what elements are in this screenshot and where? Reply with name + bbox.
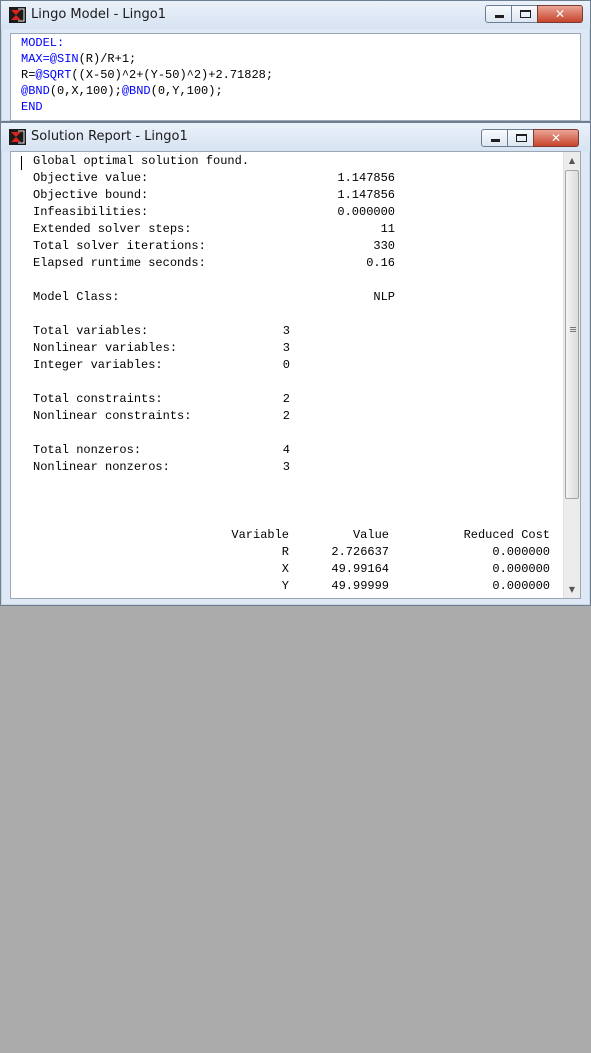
minimize-icon — [491, 139, 500, 142]
close-icon: ✕ — [550, 131, 562, 145]
report-window-controls: ✕ — [481, 129, 579, 147]
model-window: Lingo Model - Lingo1 ✕ MODEL: MAX=@SIN(R… — [0, 0, 591, 122]
vertical-scrollbar[interactable]: ▲ ▼ — [563, 152, 580, 598]
minimize-button[interactable] — [481, 129, 508, 147]
maximize-icon — [520, 10, 531, 18]
stat-label: Objective value: — [33, 171, 149, 185]
table-cell-value: 49.99164 — [331, 562, 389, 576]
stat-label: Infeasibilities: — [33, 205, 149, 219]
report-window-title: Solution Report - Lingo1 — [31, 129, 188, 144]
code-line-3: R=@SQRT((X-50)^2+(Y-50)^2)+2.71828; — [21, 68, 274, 82]
nonzeros-label: Nonlinear nonzeros: — [33, 460, 170, 474]
report-window-titlebar[interactable]: Solution Report - Lingo1 ✕ — [1, 123, 590, 151]
table-cell-variable: R — [281, 545, 289, 559]
scroll-down-arrow-icon[interactable]: ▼ — [564, 581, 580, 598]
close-button[interactable]: ✕ — [533, 129, 579, 147]
nonzeros-value: 4 — [282, 443, 290, 457]
minimize-button[interactable] — [485, 5, 512, 23]
code-line-4: @BND(0,X,100);@BND(0,Y,100); — [21, 84, 223, 98]
stat-value: 1.147856 — [337, 188, 395, 202]
close-icon: ✕ — [554, 7, 566, 21]
variables-label: Integer variables: — [33, 358, 163, 372]
report-text: Global optimal solution found. Objective… — [11, 152, 562, 598]
minimize-icon — [495, 15, 504, 18]
constraints-label: Total constraints: — [33, 392, 163, 406]
code-line-2: MAX=@SIN(R)/R+1; — [21, 52, 137, 66]
stat-label: Extended solver steps: — [33, 222, 192, 236]
table-cell-reduced-cost: 0.000000 — [492, 562, 550, 576]
table-cell-variable: X — [281, 562, 289, 576]
scrollbar-thumb[interactable] — [565, 170, 579, 499]
variables-value: 3 — [282, 324, 290, 338]
model-window-title: Lingo Model - Lingo1 — [31, 7, 166, 22]
close-button[interactable]: ✕ — [537, 5, 583, 23]
model-editor[interactable]: MODEL: MAX=@SIN(R)/R+1; R=@SQRT((X-50)^2… — [10, 33, 581, 121]
model-window-controls: ✕ — [485, 5, 583, 23]
stat-value: 1.147856 — [337, 171, 395, 185]
stat-label: Objective bound: — [33, 188, 149, 202]
stat-value: 0.000000 — [337, 205, 395, 219]
model-class-label: Model Class: — [33, 290, 120, 304]
text-caret — [21, 156, 22, 170]
constraints-label: Nonlinear constraints: — [33, 409, 192, 423]
lingo-app-icon — [9, 129, 26, 145]
constraints-value: 2 — [282, 392, 290, 406]
nonzeros-label: Total nonzeros: — [33, 443, 142, 457]
table-header-reduced-cost: Reduced Cost — [463, 528, 550, 542]
stat-value: 330 — [373, 239, 395, 253]
maximize-button[interactable] — [507, 129, 534, 147]
stat-value: 11 — [380, 222, 395, 236]
maximize-icon — [516, 134, 527, 142]
maximize-button[interactable] — [511, 5, 538, 23]
table-cell-variable: Y — [281, 579, 289, 593]
report-body[interactable]: Global optimal solution found. Objective… — [10, 151, 581, 599]
model-class-value: NLP — [373, 290, 395, 304]
table-header-variable: Variable — [231, 528, 289, 542]
code-line-5: END — [21, 100, 43, 114]
stat-label: Total solver iterations: — [33, 239, 206, 253]
code-line-1: MODEL: — [21, 36, 65, 50]
model-code: MODEL: MAX=@SIN(R)/R+1; R=@SQRT((X-50)^2… — [21, 35, 273, 115]
table-cell-value: 49.99999 — [331, 579, 389, 593]
table-cell-reduced-cost: 0.000000 — [492, 545, 550, 559]
stat-value: 0.16 — [366, 256, 395, 270]
stat-label: Elapsed runtime seconds: — [33, 256, 206, 270]
variables-value: 3 — [282, 341, 290, 355]
scroll-up-arrow-icon[interactable]: ▲ — [564, 152, 580, 169]
table-header-value: Value — [352, 528, 389, 542]
grip-icon — [570, 327, 576, 328]
model-window-titlebar[interactable]: Lingo Model - Lingo1 ✕ — [1, 1, 590, 29]
table-cell-value: 2.726637 — [331, 545, 389, 559]
variables-label: Total variables: — [33, 324, 149, 338]
nonzeros-value: 3 — [282, 460, 290, 474]
table-cell-reduced-cost: 0.000000 — [492, 579, 550, 593]
status-line: Global optimal solution found. — [33, 154, 250, 168]
constraints-value: 2 — [282, 409, 290, 423]
variables-value: 0 — [282, 358, 290, 372]
lingo-app-icon — [9, 7, 26, 23]
variables-label: Nonlinear variables: — [33, 341, 178, 355]
report-window: Solution Report - Lingo1 ✕ Global optima… — [0, 122, 591, 606]
